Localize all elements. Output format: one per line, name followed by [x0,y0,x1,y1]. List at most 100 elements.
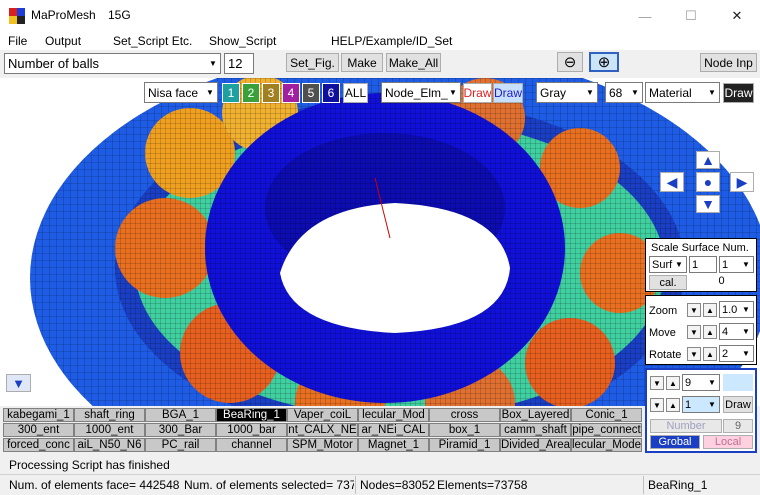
arrow-up-icon[interactable]: ▲ [696,151,720,169]
zoom-out-button[interactable]: ⊖ [557,52,583,72]
surf-select[interactable]: Surf ▼ [649,256,687,273]
center-icon[interactable]: ● [696,172,720,192]
script-item[interactable]: aiL_N50_N6 [74,438,145,452]
close-button[interactable]: ✕ [714,0,760,32]
script-item[interactable]: Divided_Area [500,438,571,452]
script-item[interactable]: Box_Layered [500,408,571,422]
number-draw-button[interactable]: Draw [723,396,753,413]
script-item[interactable]: forced_conc [3,438,74,452]
group-button-1[interactable]: 1 [222,83,240,103]
script-item[interactable]: PC_rail [145,438,216,452]
app-logo-icon [9,8,25,24]
zoom-select[interactable]: 1.0 ▼ [719,301,754,318]
draw-red-button[interactable]: Draw [463,83,492,103]
group-button-6[interactable]: 6 [322,83,340,103]
num2-down-icon[interactable]: ▼ [650,398,664,412]
menu-output[interactable]: Output [45,34,81,48]
grobal-button[interactable]: Grobal [650,435,700,449]
node-elm-value: Node_Elm_ [385,85,448,100]
script-item[interactable]: shaft_ring [74,408,145,422]
num1-down-icon[interactable]: ▼ [650,376,664,390]
script-item[interactable]: SPM_Motor [287,438,358,452]
node-inp-button[interactable]: Node Inp [700,53,757,72]
make-all-button[interactable]: Make_All [386,53,441,72]
arrow-down-icon[interactable]: ▼ [696,195,720,213]
script-select[interactable]: Number of balls ▼ [4,53,221,74]
move-select[interactable]: 4 ▼ [719,323,754,340]
script-item[interactable]: 1000_bar [216,423,287,437]
menu-file[interactable]: File [8,34,27,48]
face-type-select[interactable]: Nisa face ▼ [144,82,218,103]
count-input[interactable]: 12 [224,53,254,74]
group-button-2[interactable]: 2 [242,83,260,103]
all-button[interactable]: ALL [343,83,368,103]
expand-down-icon[interactable]: ▼ [6,374,31,392]
script-item[interactable]: kabegami_1 [3,408,74,422]
script-item[interactable]: nt_CALX_NE [287,423,358,437]
selected-count: Num. of elements selected= 7375 [184,478,354,492]
zoom-label: Zoom [649,305,678,317]
script-item[interactable]: cross [429,408,500,422]
zoom-up-icon[interactable]: ▲ [703,303,717,317]
rotate-up-icon[interactable]: ▲ [703,347,717,361]
scale-input-1[interactable]: 1 [689,256,717,273]
move-up-icon[interactable]: ▲ [703,325,717,339]
menu-help[interactable]: HELP/Example/ID_Set [331,34,452,48]
num1-up-icon[interactable]: ▲ [666,376,680,390]
move-down-icon[interactable]: ▼ [687,325,701,339]
script-item[interactable]: lecular_Mode [571,438,642,452]
script-item[interactable]: camm_shaft [500,423,571,437]
cal-button[interactable]: cal. [649,275,687,290]
rotate-select[interactable]: 2 ▼ [719,345,754,362]
rotate-value: 2 [722,347,729,360]
num1-value: 9 [685,376,692,389]
zoom-in-button[interactable]: ⊕ [589,52,619,72]
local-button[interactable]: Local [703,435,753,449]
script-item[interactable]: BeaRing_1 [216,408,287,422]
color-select[interactable]: Gray ▼ [536,82,598,103]
script-item[interactable]: BGA_1 [145,408,216,422]
script-item[interactable]: ar_NEi_CAL [358,423,429,437]
group-button-5[interactable]: 5 [302,83,320,103]
status-sep [643,476,644,494]
menu-set-script[interactable]: Set_Script Etc. [113,34,192,48]
maximize-button[interactable]: ☐ [668,0,714,32]
script-item[interactable]: 1000_ent [74,423,145,437]
material-value: Material [649,85,692,100]
num1-select[interactable]: 9 ▼ [682,374,720,391]
script-item[interactable]: 300_Bar [145,423,216,437]
draw-blue-button[interactable]: Draw [493,83,523,103]
node-elm-select[interactable]: Node_Elm_ ▼ [381,82,461,103]
group-button-4[interactable]: 4 [282,83,300,103]
make-button[interactable]: Make [341,53,383,72]
scale-select-2[interactable]: 1 ▼ [719,256,754,273]
face-type-value: Nisa face [148,85,199,100]
num2-select[interactable]: 1 ▼ [682,396,720,413]
rotate-down-icon[interactable]: ▼ [687,347,701,361]
scale-title: Scale Surface Num. [651,242,749,254]
set-fig-button[interactable]: Set_Fig. [286,53,339,72]
script-item[interactable]: Magnet_1 [358,438,429,452]
script-item[interactable]: pipe_connect [571,423,642,437]
script-item[interactable]: 300_ent [3,423,74,437]
script-item[interactable]: Piramid_1 [429,438,500,452]
script-item[interactable]: channel [216,438,287,452]
chevron-down-icon: ▼ [449,88,457,97]
zoom-down-icon[interactable]: ▼ [687,303,701,317]
arrow-right-icon[interactable]: ▶ [730,172,754,192]
move-value: 4 [722,325,729,338]
script-item[interactable]: box_1 [429,423,500,437]
value-select[interactable]: 68 ▼ [605,82,643,103]
group-button-3[interactable]: 3 [262,83,280,103]
material-select[interactable]: Material ▼ [645,82,720,103]
num2-up-icon[interactable]: ▲ [666,398,680,412]
arrow-left-icon[interactable]: ◀ [660,172,684,192]
script-item[interactable]: Conic_1 [571,408,642,422]
minimize-button[interactable]: — [622,0,668,32]
draw-button[interactable]: Draw [723,83,754,103]
script-item[interactable]: Vaper_coiL [287,408,358,422]
chevron-down-icon: ▼ [586,88,594,97]
script-item[interactable]: lecular_Mod [358,408,429,422]
menu-show-script[interactable]: Show_Script [209,34,276,48]
chevron-down-icon: ▼ [742,349,750,358]
